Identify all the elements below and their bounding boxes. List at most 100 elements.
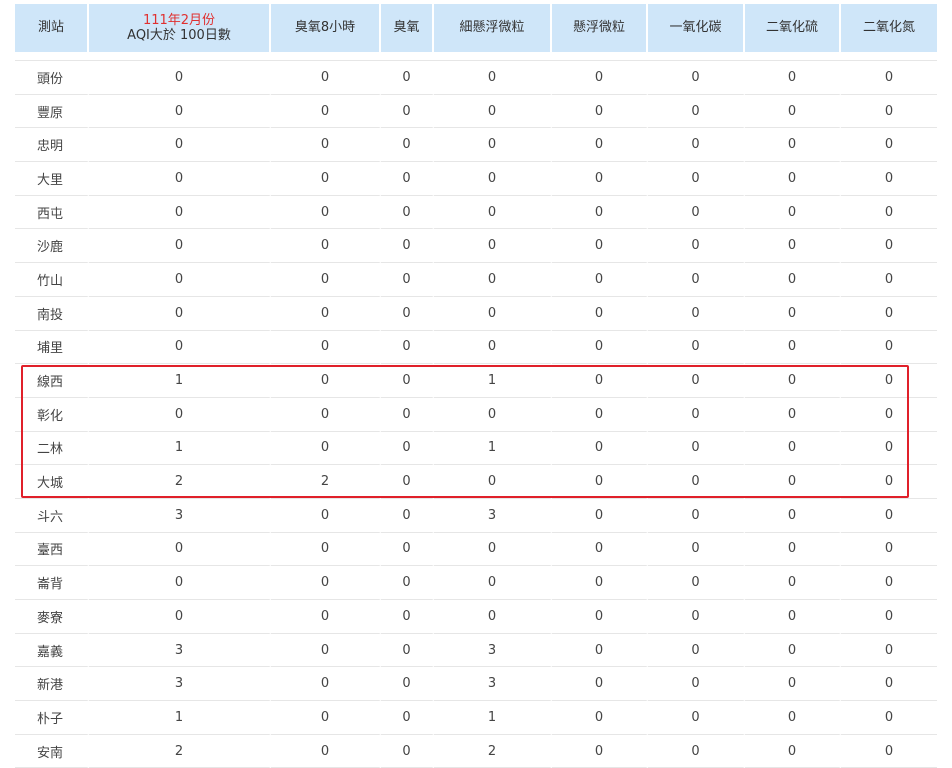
table-row: 竹山 0 0 0 0 0 0 0 0 <box>15 263 937 297</box>
cell-station: 埔里 <box>15 330 89 365</box>
cell-pm10: 0 <box>552 498 648 533</box>
cell-ozone-8hr: 0 <box>271 364 381 398</box>
cell-station: 新港 <box>15 667 89 702</box>
cell-station: 忠明 <box>15 128 89 163</box>
cell-no2: 0 <box>841 263 937 297</box>
table-row: 斗六 3 0 0 3 0 0 0 0 <box>15 498 937 533</box>
cell-co: 0 <box>648 330 745 365</box>
cell-aqi-over-100-days: 1 <box>89 701 271 735</box>
header-no2: 二氧化氮 <box>841 4 937 52</box>
cell-co: 0 <box>648 61 745 95</box>
cell-pm10: 0 <box>552 94 648 129</box>
cell-aqi-over-100-days: 1 <box>89 431 271 466</box>
cell-so2: 0 <box>745 364 841 398</box>
cell-aqi-over-100-days: 3 <box>89 498 271 533</box>
cell-pm10: 0 <box>552 296 648 331</box>
cell-ozone-8hr: 0 <box>271 330 381 365</box>
cell-pm25: 0 <box>434 465 552 499</box>
cell-pm10: 0 <box>552 61 648 95</box>
cell-station: 彰化 <box>15 397 89 432</box>
cell-ozone-8hr: 0 <box>271 667 381 702</box>
cell-pm10: 0 <box>552 600 648 634</box>
cell-pm10: 0 <box>552 532 648 567</box>
cell-so2: 0 <box>745 667 841 702</box>
cell-so2: 0 <box>745 701 841 735</box>
cell-aqi-over-100-days: 0 <box>89 566 271 600</box>
cell-station: 線西 <box>15 364 89 398</box>
table-row: 新港 3 0 0 3 0 0 0 0 <box>15 667 937 702</box>
cell-aqi-over-100-days: 3 <box>89 633 271 668</box>
table-row: 臺西 0 0 0 0 0 0 0 0 <box>15 532 937 567</box>
cell-ozone-8hr: 0 <box>271 431 381 466</box>
cell-station: 朴子 <box>15 701 89 735</box>
cell-co: 0 <box>648 128 745 163</box>
cell-ozone-8hr: 0 <box>271 61 381 95</box>
cell-pm10: 0 <box>552 667 648 702</box>
header-aqi-label: AQI大於 100日數 <box>127 27 231 43</box>
cell-co: 0 <box>648 229 745 264</box>
header-ozone: 臭氧 <box>381 4 434 52</box>
cell-ozone-8hr: 0 <box>271 701 381 735</box>
cell-co: 0 <box>648 734 745 768</box>
cell-ozone: 0 <box>381 701 434 735</box>
table-row: 埔里 0 0 0 0 0 0 0 0 <box>15 330 937 365</box>
cell-ozone: 0 <box>381 431 434 466</box>
cell-ozone-8hr: 2 <box>271 465 381 499</box>
cell-station: 崙背 <box>15 566 89 600</box>
table-row: 彰化 0 0 0 0 0 0 0 0 <box>15 397 937 432</box>
cell-so2: 0 <box>745 162 841 196</box>
cell-aqi-over-100-days: 0 <box>89 162 271 196</box>
cell-so2: 0 <box>745 532 841 567</box>
table-row: 西屯 0 0 0 0 0 0 0 0 <box>15 195 937 230</box>
table-row: 沙鹿 0 0 0 0 0 0 0 0 <box>15 229 937 264</box>
cell-no2: 0 <box>841 398 937 432</box>
table-row: 安南 2 0 0 2 0 0 0 0 <box>15 734 937 768</box>
cell-ozone-8hr: 0 <box>271 397 381 432</box>
cell-pm10: 0 <box>552 397 648 432</box>
table-body: 頭份 0 0 0 0 0 0 0 0 豐原 0 0 0 0 0 0 0 0 忠明 0 0 0 0 0 0 0 0 大里 0 0 0 0 0 0 0 0… <box>15 61 937 768</box>
table-row: 朴子 1 0 0 1 0 0 0 0 <box>15 701 937 735</box>
cell-ozone-8hr: 0 <box>271 296 381 331</box>
cell-pm10: 0 <box>552 195 648 230</box>
cell-ozone: 0 <box>381 128 434 163</box>
cell-co: 0 <box>648 532 745 567</box>
cell-ozone-8hr: 0 <box>271 128 381 163</box>
cell-co: 0 <box>648 263 745 297</box>
spacer-cell <box>15 52 937 61</box>
cell-aqi-over-100-days: 2 <box>89 734 271 768</box>
cell-co: 0 <box>648 566 745 600</box>
cell-ozone: 0 <box>381 532 434 567</box>
cell-pm25: 3 <box>434 667 552 702</box>
cell-no2: 0 <box>841 432 937 466</box>
cell-pm10: 0 <box>552 566 648 600</box>
cell-no2: 0 <box>841 566 937 600</box>
cell-co: 0 <box>648 667 745 702</box>
cell-co: 0 <box>648 701 745 735</box>
cell-ozone-8hr: 0 <box>271 532 381 567</box>
cell-so2: 0 <box>745 61 841 95</box>
cell-pm25: 1 <box>434 364 552 398</box>
cell-ozone: 0 <box>381 734 434 768</box>
cell-pm10: 0 <box>552 465 648 499</box>
cell-ozone: 0 <box>381 566 434 600</box>
cell-ozone: 0 <box>381 600 434 634</box>
table-row: 忠明 0 0 0 0 0 0 0 0 <box>15 128 937 163</box>
cell-pm25: 0 <box>434 94 552 129</box>
cell-no2: 0 <box>841 229 937 264</box>
cell-station: 大城 <box>15 465 89 499</box>
cell-no2: 0 <box>841 128 937 163</box>
cell-so2: 0 <box>745 263 841 297</box>
cell-pm25: 0 <box>434 532 552 567</box>
cell-ozone: 0 <box>381 364 434 398</box>
cell-ozone-8hr: 0 <box>271 498 381 533</box>
cell-pm10: 0 <box>552 128 648 163</box>
cell-aqi-over-100-days: 1 <box>89 364 271 398</box>
cell-pm25: 0 <box>434 195 552 230</box>
table-row: 大里 0 0 0 0 0 0 0 0 <box>15 162 937 196</box>
cell-pm25: 0 <box>434 229 552 264</box>
header-row: 測站 111年2月份 AQI大於 100日數 臭氧8小時 臭氧 細懸浮微粒 懸浮… <box>15 4 937 52</box>
cell-no2: 0 <box>841 600 937 634</box>
table-row: 麥寮 0 0 0 0 0 0 0 0 <box>15 600 937 634</box>
cell-aqi-over-100-days: 2 <box>89 465 271 499</box>
cell-co: 0 <box>648 162 745 196</box>
